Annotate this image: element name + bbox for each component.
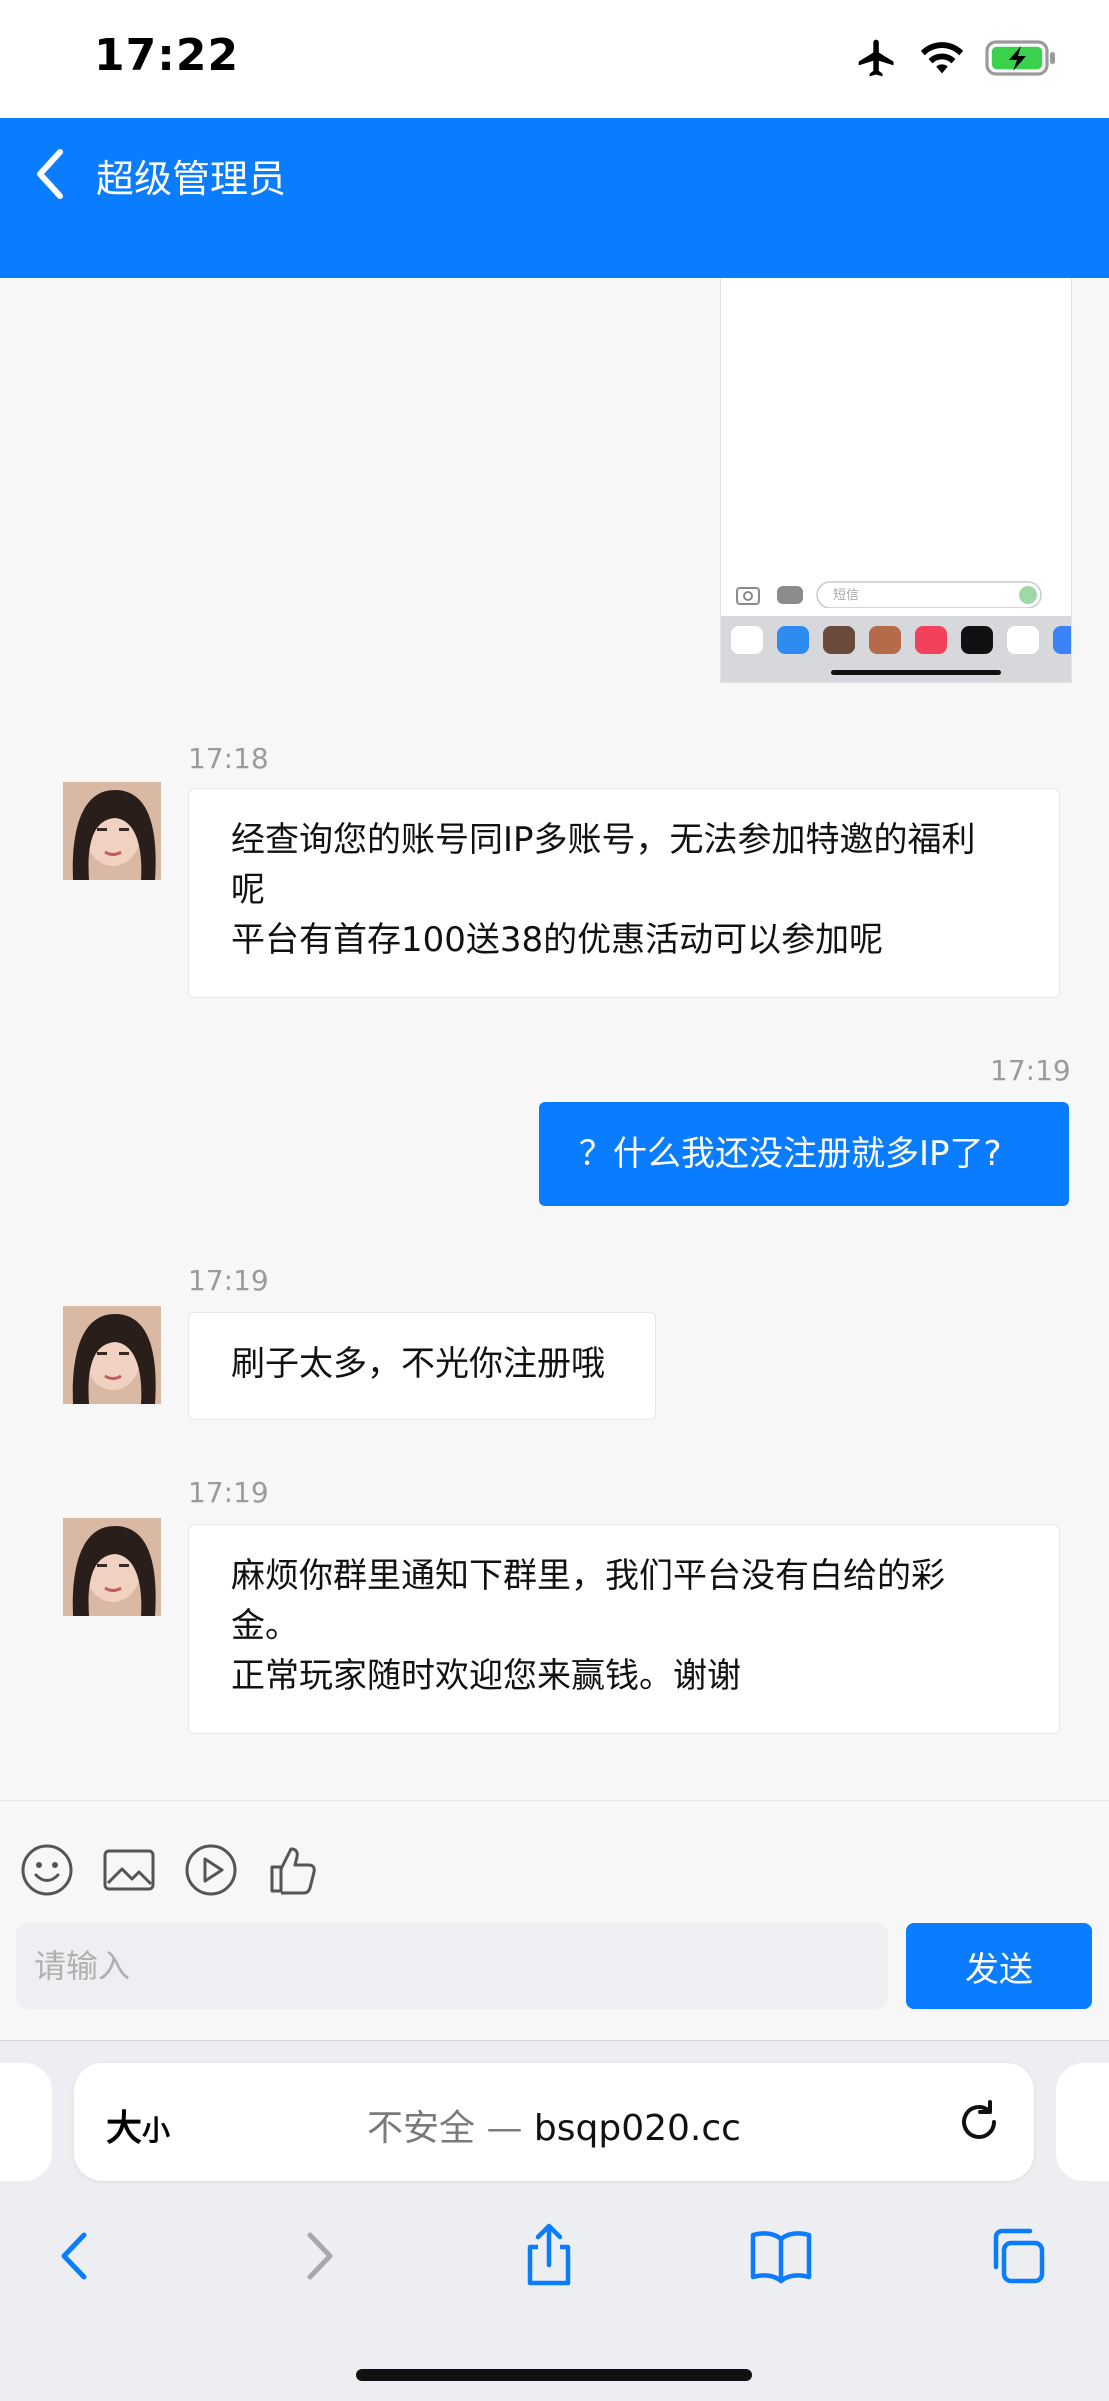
forward-icon[interactable]	[282, 2221, 352, 2291]
incoming-message-bubble[interactable]: 经查询您的账号同IP多账号，无法参加特邀的福利 呢 平台有首存100送38的优惠…	[188, 788, 1060, 998]
app-store-icon	[777, 626, 809, 654]
photos-app-icon	[731, 626, 763, 654]
message-line: 刷子太多，不光你注册哦	[231, 1344, 605, 1384]
thumb-message-input-row	[736, 581, 1042, 608]
url-display[interactable]: 不安全 — bsqp020.cc	[74, 2099, 1034, 2151]
back-chevron-icon[interactable]	[30, 146, 74, 202]
message-time: 17:19	[188, 1476, 269, 1509]
address-bar[interactable]: 大小 不安全 — bsqp020.cc	[74, 2063, 1034, 2181]
admin-avatar[interactable]	[63, 1518, 161, 1616]
message-line: 平台有首存100送38的优惠活动可以参加呢	[231, 920, 884, 960]
message-time: 17:19	[990, 1054, 1071, 1087]
s-app-icon	[1007, 626, 1039, 654]
thumbs-up-icon[interactable]	[266, 1843, 320, 1897]
chat-messages[interactable]: 短信 17:18 经查询您的账号同IP多账号，无法参加特邀的福利 呢 平台有首存…	[0, 278, 1109, 1800]
incoming-message-bubble[interactable]: 麻烦你群里通知下群里，我们平台没有白给的彩 金。 正常玩家随时欢迎您来赢钱。谢谢	[188, 1524, 1060, 1734]
share-icon[interactable]	[514, 2221, 584, 2291]
reload-icon[interactable]	[954, 2097, 1004, 2147]
wifi-icon	[920, 42, 964, 74]
message-composer: 发送	[0, 1800, 1109, 2041]
memoji-2-icon	[869, 626, 901, 654]
message-input[interactable]	[16, 1923, 888, 2009]
admin-avatar[interactable]	[63, 1306, 161, 1404]
extra-app-icon	[1053, 626, 1071, 654]
insecure-label: 不安全 —	[367, 2108, 534, 2149]
send-button[interactable]: 发送	[906, 1923, 1092, 2009]
outgoing-message-bubble[interactable]: ？什么我还没注册就多IP了?	[539, 1102, 1069, 1206]
status-icons	[855, 36, 1057, 80]
emoji-icon[interactable]	[20, 1843, 74, 1897]
composer-toolbar	[20, 1843, 320, 1897]
video-icon[interactable]	[184, 1843, 238, 1897]
status-time: 17:22	[94, 30, 240, 81]
browser-nav-row	[0, 2211, 1109, 2311]
previous-tab-preview[interactable]	[0, 2063, 52, 2181]
chat-header: 超级管理员	[0, 118, 1109, 278]
message-line: 呢	[231, 870, 265, 910]
message-time: 17:19	[188, 1264, 269, 1297]
shared-screenshot-image[interactable]: 短信	[720, 278, 1072, 683]
message-line: 经查询您的账号同IP多账号，无法参加特邀的福利	[231, 820, 976, 860]
thumb-home-indicator	[831, 670, 1001, 675]
status-bar: 17:22	[0, 0, 1109, 118]
message-line: 正常玩家随时欢迎您来赢钱。谢谢	[231, 1656, 741, 1696]
airplane-mode-icon	[858, 39, 894, 77]
chat-title: 超级管理员	[96, 157, 287, 201]
message-line: 麻烦你群里通知下群里，我们平台没有白给的彩	[231, 1556, 945, 1596]
heart-app-icon	[961, 626, 993, 654]
music-app-icon	[915, 626, 947, 654]
home-indicator	[356, 2369, 752, 2381]
thumb-app-dock	[721, 616, 1071, 682]
message-line: 金。	[231, 1606, 299, 1646]
bookmarks-icon[interactable]	[746, 2221, 816, 2291]
image-icon[interactable]	[102, 1843, 156, 1897]
message-text: ？什么我还没注册就多IP了?	[579, 1134, 1002, 1174]
next-tab-preview[interactable]	[1056, 2063, 1109, 2181]
back-icon[interactable]	[42, 2221, 112, 2291]
thumb-input-placeholder: 短信	[833, 588, 860, 603]
url-domain: bsqp020.cc	[533, 2108, 741, 2149]
memoji-icon	[823, 626, 855, 654]
browser-toolbar: 大小 不安全 — bsqp020.cc	[0, 2040, 1109, 2401]
tabs-icon[interactable]	[982, 2221, 1052, 2291]
battery-charging-icon	[985, 40, 1055, 76]
incoming-message-bubble[interactable]: 刷子太多，不光你注册哦	[188, 1312, 656, 1420]
message-time: 17:18	[188, 742, 269, 775]
admin-avatar[interactable]	[63, 782, 161, 880]
